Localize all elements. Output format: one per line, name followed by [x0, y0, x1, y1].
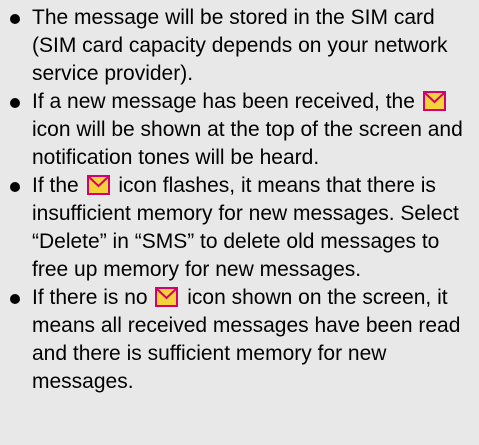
- note-item-icon-flashes: If the icon flashes, it means that there…: [0, 172, 479, 284]
- note-text-after: icon will be shown at the top of the scr…: [32, 118, 463, 169]
- bullet-icon: [10, 14, 20, 24]
- note-text-before: If a new message has been received, the: [32, 90, 415, 113]
- note-text-before: If there is no: [32, 286, 148, 309]
- note-text-before: If the: [32, 174, 79, 197]
- envelope-icon: [86, 175, 110, 195]
- note-text: The message will be stored in the SIM ca…: [32, 6, 448, 85]
- envelope-icon: [422, 91, 446, 111]
- note-item-sim-storage: The message will be stored in the SIM ca…: [0, 4, 479, 88]
- note-item-new-message: If a new message has been received, the …: [0, 88, 479, 172]
- bullet-icon: [10, 294, 20, 304]
- bullet-icon: [10, 182, 20, 192]
- sms-notes-box: The message will be stored in the SIM ca…: [0, 0, 479, 445]
- bullet-icon: [10, 98, 20, 108]
- notes-list: The message will be stored in the SIM ca…: [0, 4, 479, 396]
- note-item-no-icon: If there is no icon shown on the screen,…: [0, 284, 479, 396]
- envelope-icon: [155, 287, 179, 307]
